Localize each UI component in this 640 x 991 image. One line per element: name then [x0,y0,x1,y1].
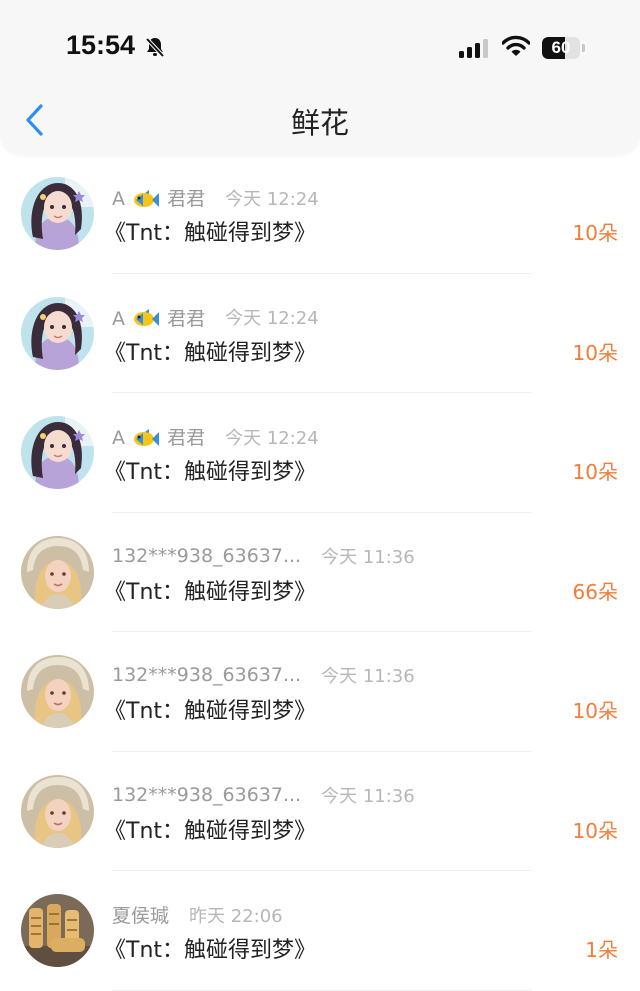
status-time: 15:54 [66,30,136,60]
flower-count: 1朵 [585,938,618,962]
record-meta: 132***938_63637... 今天 11:36 [112,782,415,808]
flower-count: 10朵 [572,460,618,484]
record-meta: A 君君 今天 12:24 [112,423,319,450]
list-item[interactable]: A 君君 今天 12:24 《Tnt：触碰得到梦》 10朵 [0,393,640,513]
avatar[interactable] [21,177,94,250]
user-name-prefix: A [112,307,125,330]
user-name-prefix: A [112,188,125,210]
battery-percent: 60 [551,38,571,57]
avatar[interactable] [21,894,94,967]
list-item[interactable]: 夏侯瑊 昨天 22:06 《Tnt：触碰得到梦》 1朵 [0,871,640,991]
list-item[interactable]: 132***938_63637... 今天 11:36 《Tnt：触碰得到梦》 … [0,513,640,632]
flower-count: 10朵 [572,699,618,723]
user-name[interactable]: A 君君 [112,184,205,211]
bell-muted-icon [145,37,165,58]
fish-emoji-icon [134,189,160,207]
user-name[interactable]: 夏侯瑊 [112,901,169,928]
user-name[interactable]: 132***938_63637... [112,664,301,686]
navigation-header: 15:54 60 鲜花 [0,0,640,154]
record-meta: 132***938_63637... 今天 11:36 [112,543,415,569]
wifi-icon [502,35,530,56]
work-title: 《Tnt：触碰得到梦》 [104,340,317,366]
work-title: 《Tnt：触碰得到梦》 [104,818,317,844]
timestamp: 今天 12:24 [225,188,319,210]
fish-emoji-icon [134,428,160,446]
timestamp: 今天 12:24 [225,427,319,449]
work-title: 《Tnt：触碰得到梦》 [104,699,317,724]
record-meta: A 君君 今天 12:24 [112,184,319,211]
avatar[interactable] [21,535,94,609]
cellular-signal-icon [459,39,488,58]
user-name-prefix: A [112,427,125,449]
user-name-suffix: 君君 [167,188,206,210]
flower-gift-list: A 君君 今天 12:24 《Tnt：触碰得到梦》 10朵 A 君君 今天 12… [0,154,640,991]
work-title: 《Tnt：触碰得到梦》 [104,579,317,605]
work-title: 《Tnt：触碰得到梦》 [104,938,317,963]
timestamp: 今天 11:36 [321,666,415,687]
user-name-suffix: 君君 [167,307,206,330]
avatar[interactable] [21,655,94,728]
user-name[interactable]: 132***938_63637... [112,545,301,567]
avatar[interactable] [21,296,94,370]
work-title: 《Tnt：触碰得到梦》 [104,460,317,485]
avatar[interactable] [21,774,94,848]
list-item[interactable]: A 君君 今天 12:24 《Tnt：触碰得到梦》 10朵 [0,274,640,393]
user-name[interactable]: A 君君 [112,423,205,450]
list-item[interactable]: A 君君 今天 12:24 《Tnt：触碰得到梦》 10朵 [0,154,640,274]
flower-count: 66朵 [572,579,618,604]
avatar[interactable] [21,416,94,489]
list-item[interactable]: 132***938_63637... 今天 11:36 《Tnt：触碰得到梦》 … [0,752,640,871]
record-meta: 夏侯瑊 昨天 22:06 [112,901,283,928]
record-meta: A 君君 今天 12:24 [112,304,319,331]
timestamp: 今天 11:36 [321,546,415,568]
flower-count: 10朵 [572,818,618,843]
work-title: 《Tnt：触碰得到梦》 [104,221,317,246]
user-name[interactable]: 132***938_63637... [112,784,301,806]
divider [112,989,532,991]
fish-emoji-icon [134,309,160,326]
timestamp: 今天 11:36 [321,785,415,807]
user-name[interactable]: A 君君 [112,304,205,331]
battery-indicator: 60 [542,37,580,59]
page-title: 鲜花 [290,106,349,140]
flower-count: 10朵 [572,340,618,365]
record-meta: 132***938_63637... 今天 11:36 [112,662,415,688]
user-name-suffix: 君君 [167,427,206,449]
timestamp: 昨天 22:06 [189,905,283,927]
timestamp: 今天 12:24 [225,308,319,329]
list-item[interactable]: 132***938_63637... 今天 11:36 《Tnt：触碰得到梦》 … [0,632,640,752]
flower-count: 10朵 [572,221,618,245]
battery-tip [582,44,585,52]
